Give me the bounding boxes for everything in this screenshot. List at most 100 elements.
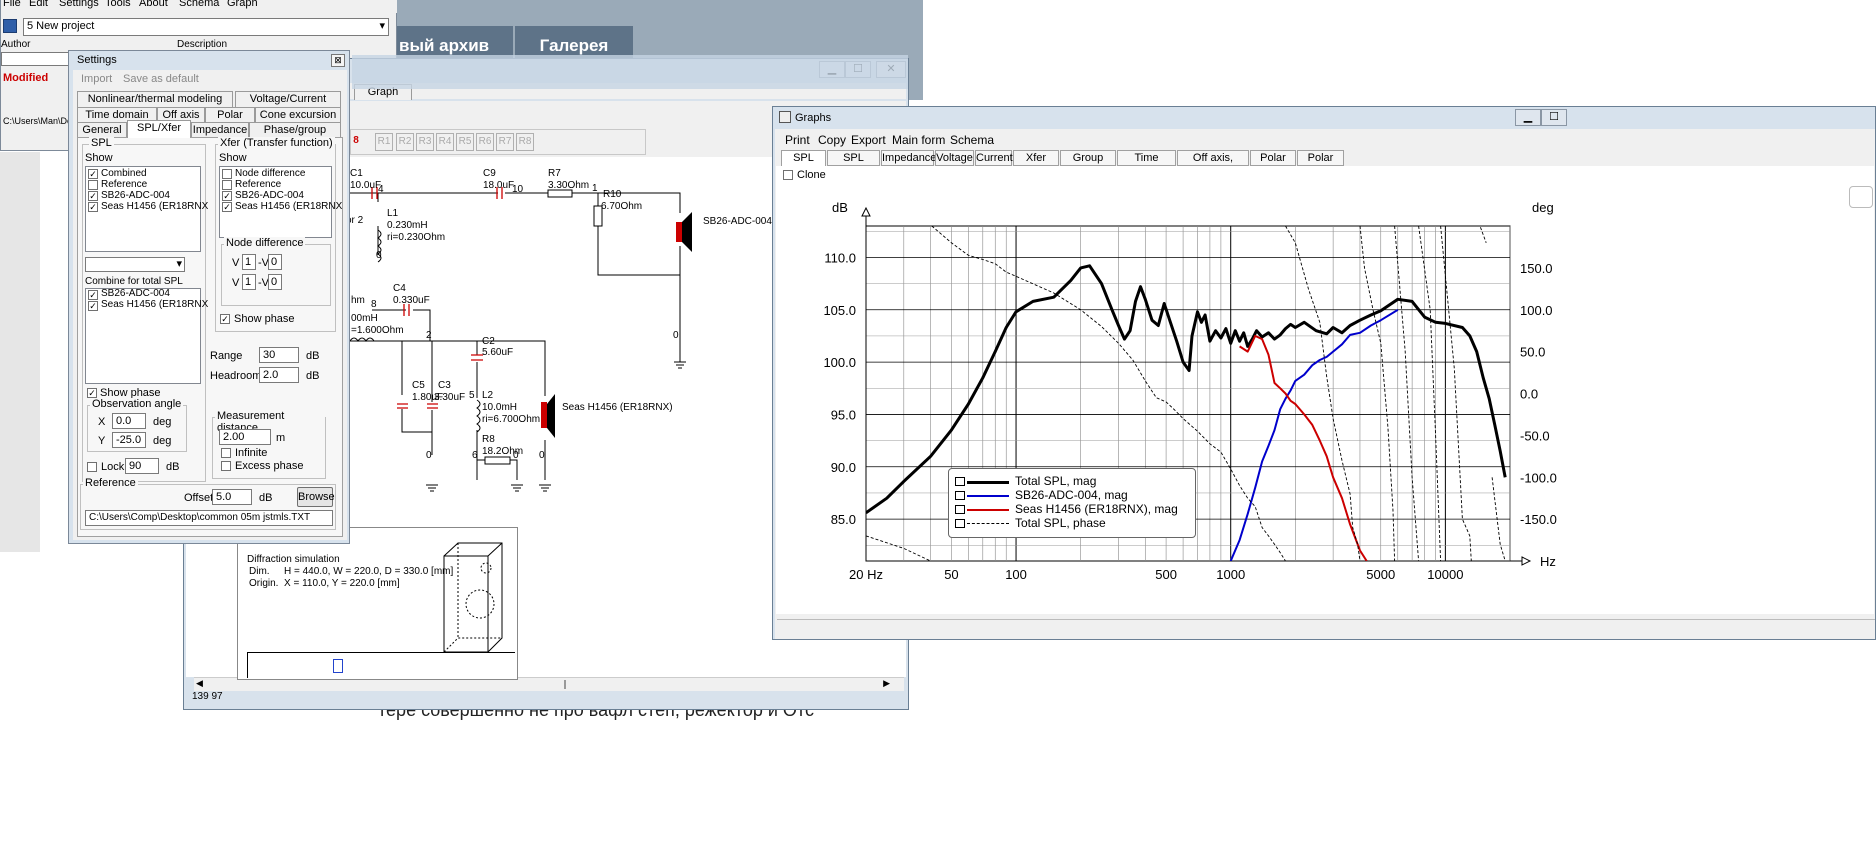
xfer-node-diff-checkbox[interactable] (222, 169, 232, 179)
c3-label: C3 (438, 380, 451, 391)
spl-seas-checkbox[interactable]: ✓ (88, 202, 98, 212)
graph-tab-off-axis-overlay[interactable]: Off axis, overlay (1177, 150, 1249, 178)
measurement-distance-input[interactable]: 2.00 (219, 429, 271, 445)
graphs-menu-copy[interactable]: Copy (818, 133, 846, 147)
graph-tab-current[interactable]: Current (975, 150, 1013, 166)
xfer-reference-checkbox[interactable] (222, 180, 232, 190)
excess-phase-checkbox[interactable] (221, 461, 231, 471)
save-icon[interactable] (3, 19, 17, 33)
xfer-show-phase-checkbox[interactable]: ✓ (220, 314, 230, 324)
node-row2-a-input[interactable]: 1 (242, 274, 256, 290)
spl-chart[interactable]: 85.0 90.0 95.0 100.0 105.0 110.0 -150.0 -100.0 -… (776, 186, 1874, 596)
spl-sb26-checkbox[interactable]: ✓ (88, 191, 98, 201)
graph-tab-polar-plot[interactable]: Polar plot (1250, 150, 1296, 178)
y2-tick-label: 50.0 (1520, 345, 1545, 360)
obs-y-label: Y (98, 435, 106, 447)
xfer-sb26-label: SB26-ADC-004 (235, 190, 304, 201)
xfer-seas-label: Seas H1456 (ER18RNX (235, 201, 343, 212)
graph-tab-impedance[interactable]: Impedance (881, 150, 936, 166)
x-tick-label: 500 (1155, 567, 1177, 582)
menu-graph[interactable]: Graph (227, 0, 258, 9)
tab-nonlinear[interactable]: Nonlinear/thermal modeling (77, 91, 233, 107)
node-v1-label: V (232, 257, 240, 269)
graph-tab-time-domain[interactable]: Time domain (1117, 150, 1176, 178)
graph-tab-spl-phase[interactable]: SPL phase (827, 150, 880, 178)
y-tick-label: 105.0 (823, 303, 856, 318)
lock-checkbox[interactable] (87, 462, 97, 472)
ref-button-r5[interactable]: R5 (456, 133, 474, 151)
spl-combined-checkbox[interactable]: ✓ (88, 169, 98, 179)
legend-toggle-box[interactable] (955, 477, 965, 486)
graphs-menu-print[interactable]: Print (785, 133, 810, 147)
offset-input[interactable]: 5.0 (212, 489, 252, 505)
l1-label: L1 (387, 208, 399, 219)
legend-toggle-box[interactable] (955, 519, 965, 528)
tab-impedance[interactable]: Impedance (191, 122, 249, 138)
tab-spl-xfer[interactable]: SPL/Xfer (127, 120, 191, 138)
spl-dropdown[interactable]: ▾ (85, 257, 185, 272)
graph-tab-voltage[interactable]: Voltage (935, 150, 974, 166)
headroom-input[interactable]: 2.0 (259, 367, 299, 383)
scroll-thumb[interactable] (564, 680, 566, 689)
range-input[interactable]: 30 (259, 347, 299, 363)
tab-polar[interactable]: Polar (205, 107, 255, 123)
xfer-sb26-checkbox[interactable]: ✓ (222, 191, 232, 201)
tab-voltage-current[interactable]: Voltage/Current (235, 91, 341, 107)
tab-cone-excursion[interactable]: Cone excursion (255, 107, 341, 123)
save-default-menu-item[interactable]: Save as default (123, 73, 199, 85)
ref-button-r1[interactable]: R1 (375, 133, 393, 151)
graphs-menu-export[interactable]: Export (851, 133, 886, 147)
reference-path-field[interactable]: C:\Users\Comp\Desktop\common 05m jstmls.… (85, 510, 333, 526)
graph-tab-spl-mag[interactable]: SPL mag (781, 150, 826, 178)
legend-toggle-box[interactable] (955, 491, 965, 500)
spl-show-phase-checkbox[interactable]: ✓ (87, 388, 97, 398)
status-modified: Modified (3, 72, 49, 84)
menu-file[interactable]: File (3, 0, 21, 9)
x-tick-label: 1000 (1216, 567, 1245, 582)
ref-button-r2[interactable]: R2 (396, 133, 414, 151)
graphs-menu-main-form[interactable]: Main form (892, 133, 945, 147)
lock-input[interactable]: 90 (125, 458, 159, 474)
legend-toggle-box[interactable] (955, 505, 965, 514)
project-select[interactable]: 5 New project ▾ (23, 18, 389, 36)
tab-general[interactable]: General (77, 122, 127, 138)
author-field[interactable] (1, 52, 71, 66)
menu-settings[interactable]: Settings (59, 0, 99, 9)
obs-x-input[interactable]: 0.0 (112, 413, 146, 429)
xfer-seas-checkbox[interactable]: ✓ (222, 202, 232, 212)
ref-button-r7[interactable]: R7 (496, 133, 514, 151)
browse-button[interactable]: Browse (297, 487, 335, 507)
spl-reference-checkbox[interactable] (88, 180, 98, 190)
ref-button-r8[interactable]: R8 (516, 133, 534, 151)
combine-sb26-checkbox[interactable]: ✓ (88, 290, 98, 300)
node-row2-b-input[interactable]: 0 (268, 274, 282, 290)
graph-tab-xfer-func[interactable]: Xfer func (1013, 150, 1059, 178)
tab-phase-group-delay[interactable]: Phase/group delay (249, 122, 341, 151)
graphs-minimize-button[interactable]: ▁ (1515, 109, 1541, 126)
clone-checkbox[interactable] (783, 170, 793, 180)
graph-tab-polar-map[interactable]: Polar map (1297, 150, 1344, 178)
obs-y-input[interactable]: -25.0 (112, 432, 146, 448)
ref-button-r3[interactable]: R3 (416, 133, 434, 151)
y-tick-label: 85.0 (831, 512, 856, 527)
settings-close-button[interactable]: ⊠ (331, 54, 345, 67)
combine-seas-checkbox[interactable]: ✓ (88, 301, 98, 311)
menu-edit[interactable]: Edit (29, 0, 48, 9)
description-label: Description (177, 39, 228, 50)
menu-schema[interactable]: Schema (179, 0, 219, 9)
node-row1-b-input[interactable]: 0 (268, 254, 282, 270)
spl-reference-label: Reference (101, 179, 148, 190)
graphs-menu-schema[interactable]: Schema (950, 133, 994, 147)
ref-button-r6[interactable]: R6 (476, 133, 494, 151)
graphs-maximize-button[interactable]: ☐ (1541, 109, 1567, 126)
scroll-right-icon[interactable]: ▶ (883, 678, 890, 689)
ref-button-r4[interactable]: R4 (436, 133, 454, 151)
infinite-checkbox[interactable] (221, 448, 231, 458)
menu-tools[interactable]: Tools (105, 0, 131, 9)
node-row1-a-input[interactable]: 1 (242, 254, 256, 270)
scroll-left-icon[interactable]: ◀ (196, 678, 203, 689)
import-menu-item[interactable]: Import (81, 73, 112, 85)
menu-about[interactable]: About (139, 0, 168, 9)
chevron-down-icon: ▾ (379, 20, 385, 32)
graph-tab-group-delay[interactable]: Group delay (1060, 150, 1116, 178)
